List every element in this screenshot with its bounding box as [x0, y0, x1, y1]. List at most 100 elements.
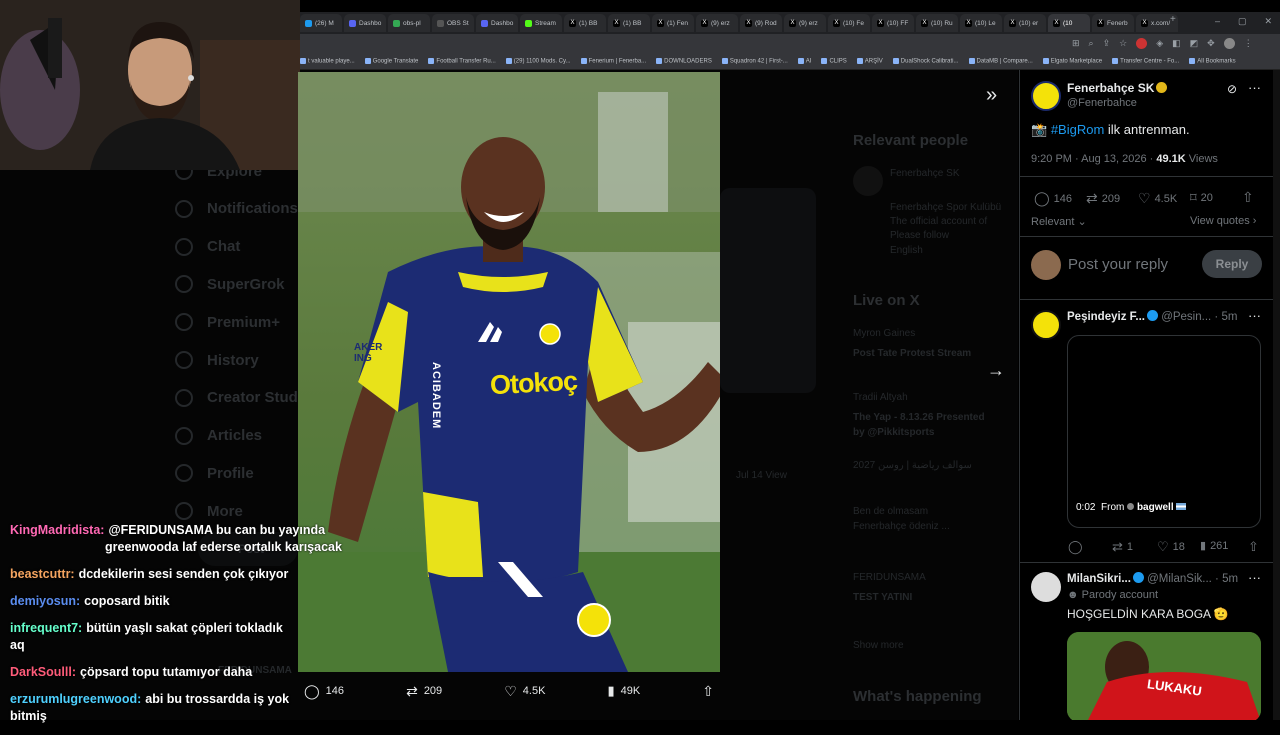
- media-photo[interactable]: Otokoç AKER ING ACIBADEM: [298, 72, 720, 672]
- extension-icon[interactable]: ◧: [1172, 38, 1181, 49]
- tweet-bookmark-stat[interactable]: ⌑ 20: [1190, 190, 1213, 206]
- menu-icon[interactable]: ⋮: [1244, 38, 1253, 49]
- reply-button[interactable]: Reply: [1202, 250, 1262, 278]
- bookmark-item[interactable]: DataMB | Compare...: [968, 58, 1033, 65]
- bookmark-item[interactable]: DualShock Calibrati...: [892, 58, 959, 65]
- tweet-share-stat[interactable]: ⇧: [1242, 189, 1254, 206]
- profile-icon[interactable]: [1136, 38, 1148, 49]
- browser-tab[interactable]: X (1) BB: [564, 14, 606, 32]
- browser-tab[interactable]: X (10) Fe: [828, 14, 870, 32]
- bookmark-item[interactable]: Transfer Centre - Fo...: [1112, 58, 1179, 65]
- browser-tab[interactable]: X (9) Rod: [740, 14, 782, 32]
- browser-tab[interactable]: X (1) BB: [608, 14, 650, 32]
- tweet-author-handle[interactable]: @Fenerbahce: [1067, 97, 1137, 109]
- browser-tab[interactable]: obs-pl: [388, 14, 430, 32]
- bookmark-item[interactable]: Elgato Marketplace: [1042, 58, 1102, 65]
- expand-panel-icon[interactable]: »: [986, 84, 997, 107]
- reply2-image[interactable]: LUKAKU: [1067, 632, 1261, 720]
- tweet-like-stat[interactable]: ♡ 4.5K: [1138, 190, 1177, 207]
- translate-icon[interactable]: ⊞: [1072, 38, 1080, 49]
- reply1-views-stat[interactable]: ▮ 261: [1200, 539, 1228, 553]
- zoom-icon[interactable]: ⌕: [1089, 38, 1094, 49]
- bookmark-item[interactable]: All Bookmarks: [1189, 58, 1236, 65]
- browser-tab[interactable]: X (9) erz: [696, 14, 738, 32]
- page-scrollbar[interactable]: [1273, 70, 1280, 720]
- fenerbahce-avatar[interactable]: [1031, 81, 1061, 111]
- reply1-like-stat[interactable]: ♡ 18: [1157, 539, 1185, 555]
- bookmark-item[interactable]: CLIPS: [821, 58, 847, 65]
- close-window-icon[interactable]: ✕: [1265, 16, 1273, 27]
- browser-tab[interactable]: X (10) er: [1004, 14, 1046, 32]
- tweet-repost-stat[interactable]: ⇄ 209: [1086, 190, 1120, 207]
- media-action-bar: ◯ 146 ⇄ 209 ♡ 4.5K ▮ 49K ⇧: [298, 678, 720, 704]
- reply1-handle[interactable]: @Pesin...: [1161, 311, 1211, 323]
- next-image-icon[interactable]: →: [987, 360, 1005, 381]
- reply2-name[interactable]: MilanSikri...: [1067, 573, 1131, 585]
- live-on-x-heading: Live on X: [853, 292, 920, 309]
- sort-replies-dropdown[interactable]: Relevant ⌄: [1031, 215, 1087, 228]
- grok-icon[interactable]: ⊘: [1227, 82, 1237, 96]
- new-tab-button[interactable]: +: [1170, 14, 1184, 30]
- more-options-icon[interactable]: ···: [1248, 80, 1261, 95]
- bookmark-item[interactable]: t valuable playe...: [300, 58, 355, 65]
- browser-tab[interactable]: X (10) Le: [960, 14, 1002, 32]
- browser-tab[interactable]: X Fenerb: [1092, 14, 1134, 32]
- share-action[interactable]: ⇧: [702, 683, 714, 700]
- views-action[interactable]: ▮ 49K: [607, 683, 640, 699]
- browser-tab[interactable]: OBS St: [432, 14, 474, 32]
- share-icon[interactable]: ⇪: [1103, 38, 1111, 49]
- browser-tab[interactable]: (26) M: [300, 14, 342, 32]
- reply2-more-icon[interactable]: ···: [1248, 570, 1261, 585]
- tab-favicon-icon: [305, 19, 312, 27]
- dimmed-nav-item: Notifications: [175, 199, 298, 218]
- browser-tab[interactable]: X (10) FF: [872, 14, 914, 32]
- maximize-icon[interactable]: ▢: [1238, 16, 1247, 27]
- reply2-photo: [1067, 632, 1261, 720]
- reply1-name[interactable]: Peşindeyiz F...: [1067, 311, 1145, 323]
- heart-icon: ♡: [504, 682, 517, 699]
- bookmark-item[interactable]: ARŞİV: [856, 58, 883, 65]
- star-icon[interactable]: ☆: [1119, 38, 1127, 49]
- tweet-author-name[interactable]: Fenerbahçe SK: [1067, 81, 1168, 95]
- bookmark-item[interactable]: Google Translate: [364, 58, 418, 65]
- browser-tab[interactable]: X (10) Ru: [916, 14, 958, 32]
- bookmark-item[interactable]: Squadron 42 | First-...: [721, 58, 788, 65]
- chat-message: beastcuttr: dcdekilerin sesi senden çok ç…: [10, 566, 300, 583]
- bookmark-item[interactable]: DOWNLOADERS: [656, 58, 712, 65]
- reply1-repost-stat[interactable]: ⇄ 1: [1112, 539, 1133, 555]
- bookmark-item[interactable]: Fenerium | Fenerba...: [580, 58, 646, 65]
- share-icon: ⇧: [702, 682, 714, 699]
- puzzle-icon[interactable]: ✥: [1207, 38, 1215, 49]
- reply1-avatar[interactable]: [1031, 310, 1061, 340]
- tweet-reply-stat[interactable]: ◯ 146: [1034, 190, 1072, 207]
- minimize-icon[interactable]: –: [1215, 16, 1220, 27]
- bookmark-item[interactable]: Football Transfer Ru...: [428, 58, 496, 65]
- browser-tab[interactable]: Dashbo: [476, 14, 518, 32]
- reply1-reply-stat[interactable]: ◯: [1068, 539, 1083, 555]
- reply-action[interactable]: ◯ 146: [304, 683, 344, 700]
- bookmark-item[interactable]: AI: [797, 58, 811, 65]
- bookmark-item[interactable]: (29) 1100 Mods. Cy...: [505, 58, 571, 65]
- extension-icon[interactable]: ◈: [1156, 38, 1163, 49]
- browser-tab[interactable]: Dashbo: [344, 14, 386, 32]
- hashtag-link[interactable]: #BigRom: [1051, 122, 1104, 137]
- reply1-video[interactable]: 0:02 From bagwell: [1067, 335, 1261, 528]
- club-crest: [539, 323, 561, 345]
- browser-tab[interactable]: Stream: [520, 14, 562, 32]
- reply2-text: HOŞGELDİN KARA BOGA 🫡: [1067, 607, 1229, 621]
- account-avatar[interactable]: [1223, 38, 1235, 49]
- extension-icon[interactable]: ◩: [1190, 38, 1199, 49]
- like-action[interactable]: ♡ 4.5K: [504, 683, 545, 700]
- reply2-handle[interactable]: @MilanSik...: [1147, 573, 1212, 585]
- browser-tab[interactable]: X (1) Fen: [652, 14, 694, 32]
- reply1-share-stat[interactable]: ⇧: [1248, 539, 1259, 555]
- reply2-avatar[interactable]: [1031, 572, 1061, 602]
- chat-text: çöpsard topu tutamıyor daha: [80, 665, 253, 679]
- browser-tab[interactable]: X (10: [1048, 14, 1090, 32]
- browser-tab[interactable]: X (9) erz: [784, 14, 826, 32]
- nav-icon: [175, 502, 193, 521]
- view-quotes-link[interactable]: View quotes ›: [1190, 215, 1256, 227]
- reply-input[interactable]: Post your reply: [1068, 256, 1168, 273]
- reply1-more-icon[interactable]: ···: [1248, 308, 1261, 323]
- repost-action[interactable]: ⇄ 209: [406, 683, 442, 700]
